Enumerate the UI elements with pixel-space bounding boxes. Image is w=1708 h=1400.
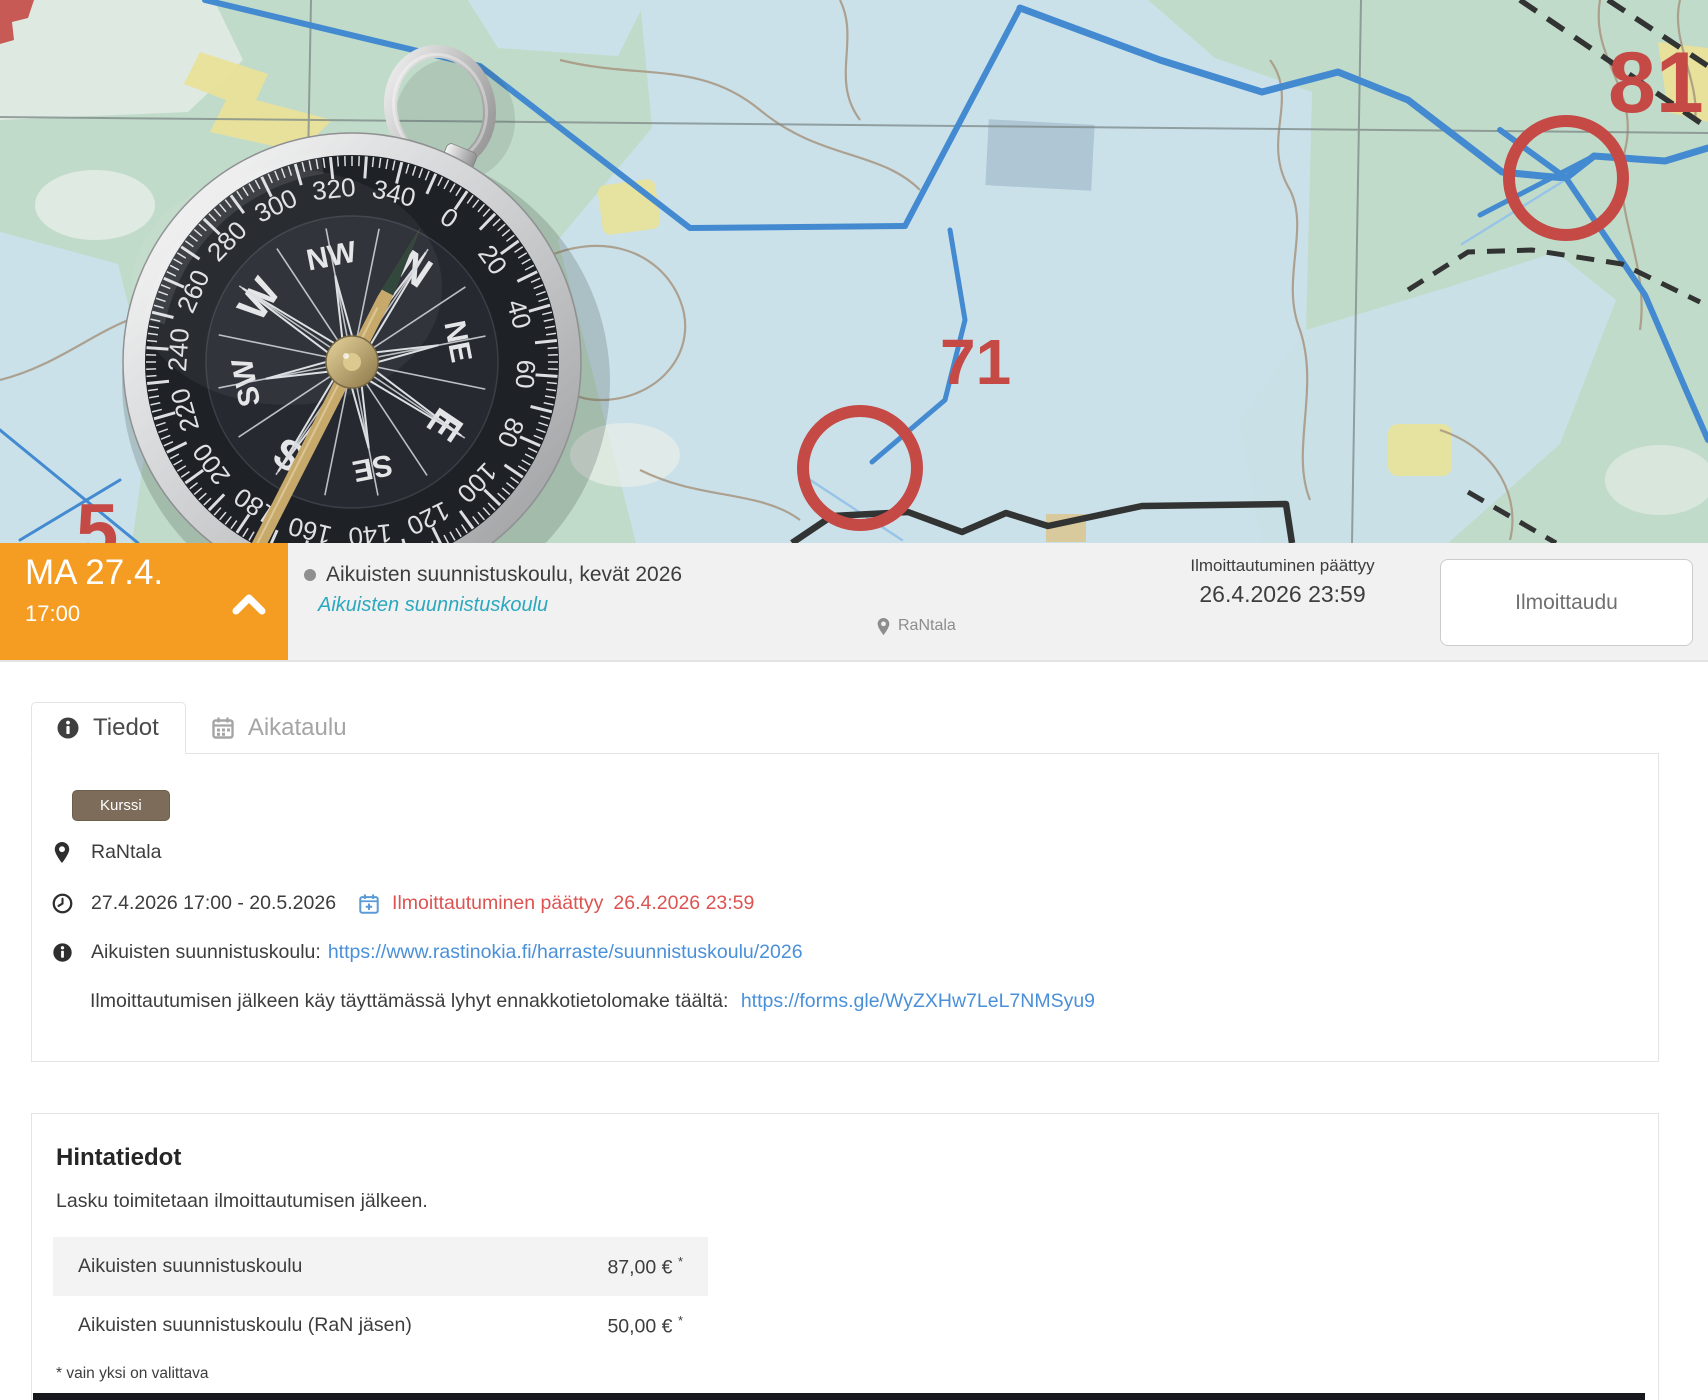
details-panel: Kurssi RaNtala 27.4.2026 17:00 - 20.5.20…: [31, 753, 1659, 1062]
event-title-block: Aikuisten suunnistuskoulu, kevät 2026 Ai…: [304, 563, 682, 617]
pricing-panel: Hintatiedot Lasku toimitetaan ilmoittaut…: [31, 1113, 1659, 1400]
footer-bar: [33, 1393, 1645, 1400]
hero-image: 81 71 5: [0, 0, 1708, 543]
tab-aikataulu-label: Aikataulu: [248, 714, 347, 742]
event-date: MA 27.4.: [25, 553, 163, 593]
info-label: Aikuisten suunnistuskoulu:: [91, 941, 321, 964]
info-row: Aikuisten suunnistuskoulu: https://www.r…: [51, 941, 1658, 964]
detail-location: RaNtala: [91, 841, 161, 864]
svg-text:60: 60: [510, 359, 542, 390]
form-instruction: Ilmoittautumisen jälkeen käy täyttämässä…: [90, 990, 728, 1012]
event-title: Aikuisten suunnistuskoulu, kevät 2026: [326, 563, 682, 587]
clock-icon: [52, 893, 73, 914]
deadline-label: Ilmoittautuminen päättyy: [1180, 556, 1385, 576]
price-label: Aikuisten suunnistuskoulu: [78, 1255, 302, 1278]
chevron-up-icon[interactable]: [232, 593, 266, 615]
map-pin-icon: [877, 618, 890, 635]
price-value: 87,00 € *: [607, 1254, 683, 1280]
datetime-row: 27.4.2026 17:00 - 20.5.2026 Ilmoittautum…: [51, 892, 1658, 915]
calendar-plus-icon: [358, 893, 380, 915]
price-table: Aikuisten suunnistuskoulu 87,00 € * Aiku…: [53, 1237, 708, 1355]
price-label: Aikuisten suunnistuskoulu (RaN jäsen): [78, 1314, 412, 1337]
price-row: Aikuisten suunnistuskoulu (RaN jäsen) 50…: [53, 1296, 708, 1355]
form-row: Ilmoittautumisen jälkeen käy täyttämässä…: [90, 990, 1658, 1013]
pricing-note: Lasku toimitetaan ilmoittautumisen jälke…: [56, 1190, 1658, 1213]
pricing-footnote: * vain yksi on valittava: [56, 1365, 1658, 1383]
tab-tiedot-label: Tiedot: [93, 714, 159, 742]
event-date-toggle[interactable]: MA 27.4. 17:00: [0, 543, 288, 660]
info-circle-icon: [56, 716, 80, 740]
deadline-value: 26.4.2026 23:59: [1180, 581, 1385, 608]
map-pin-icon: [54, 842, 70, 863]
calendar-icon: [211, 716, 235, 740]
info-circle-icon: [52, 942, 73, 963]
header-location: RaNtala: [877, 617, 956, 635]
register-button[interactable]: Ilmoittaudu: [1440, 559, 1693, 646]
deadline-block: Ilmoittautuminen päättyy 26.4.2026 23:59: [1180, 556, 1385, 608]
category-link[interactable]: Aikuisten suunnistuskoulu: [318, 594, 548, 617]
registration-deadline-date: 26.4.2026 23:59: [613, 892, 754, 915]
info-link[interactable]: https://www.rastinokia.fi/harraste/suunn…: [328, 941, 803, 964]
tab-aikataulu[interactable]: Aikataulu: [186, 702, 374, 754]
status-dot-icon: [304, 569, 316, 581]
event-date-range: 27.4.2026 17:00 - 20.5.2026: [91, 892, 336, 915]
price-value: 50,00 € *: [607, 1313, 683, 1339]
price-row: Aikuisten suunnistuskoulu 87,00 € *: [53, 1237, 708, 1296]
tab-bar: Tiedot Aikataulu: [31, 702, 374, 754]
category-badge: Kurssi: [72, 790, 170, 821]
pricing-heading: Hintatiedot: [56, 1144, 1658, 1172]
event-header: MA 27.4. 17:00 Aikuisten suunnistuskoulu…: [0, 543, 1708, 662]
event-start-time: 17:00: [25, 601, 80, 627]
event-page: 81 71 5: [0, 0, 1708, 1400]
tab-tiedot[interactable]: Tiedot: [31, 702, 186, 754]
location-row: RaNtala: [51, 841, 1658, 864]
form-link[interactable]: https://forms.gle/WyZXHw7LeL7NMSyu9: [741, 990, 1095, 1012]
header-location-label: RaNtala: [898, 617, 956, 635]
registration-deadline-text: Ilmoittautuminen päättyy: [392, 892, 603, 915]
